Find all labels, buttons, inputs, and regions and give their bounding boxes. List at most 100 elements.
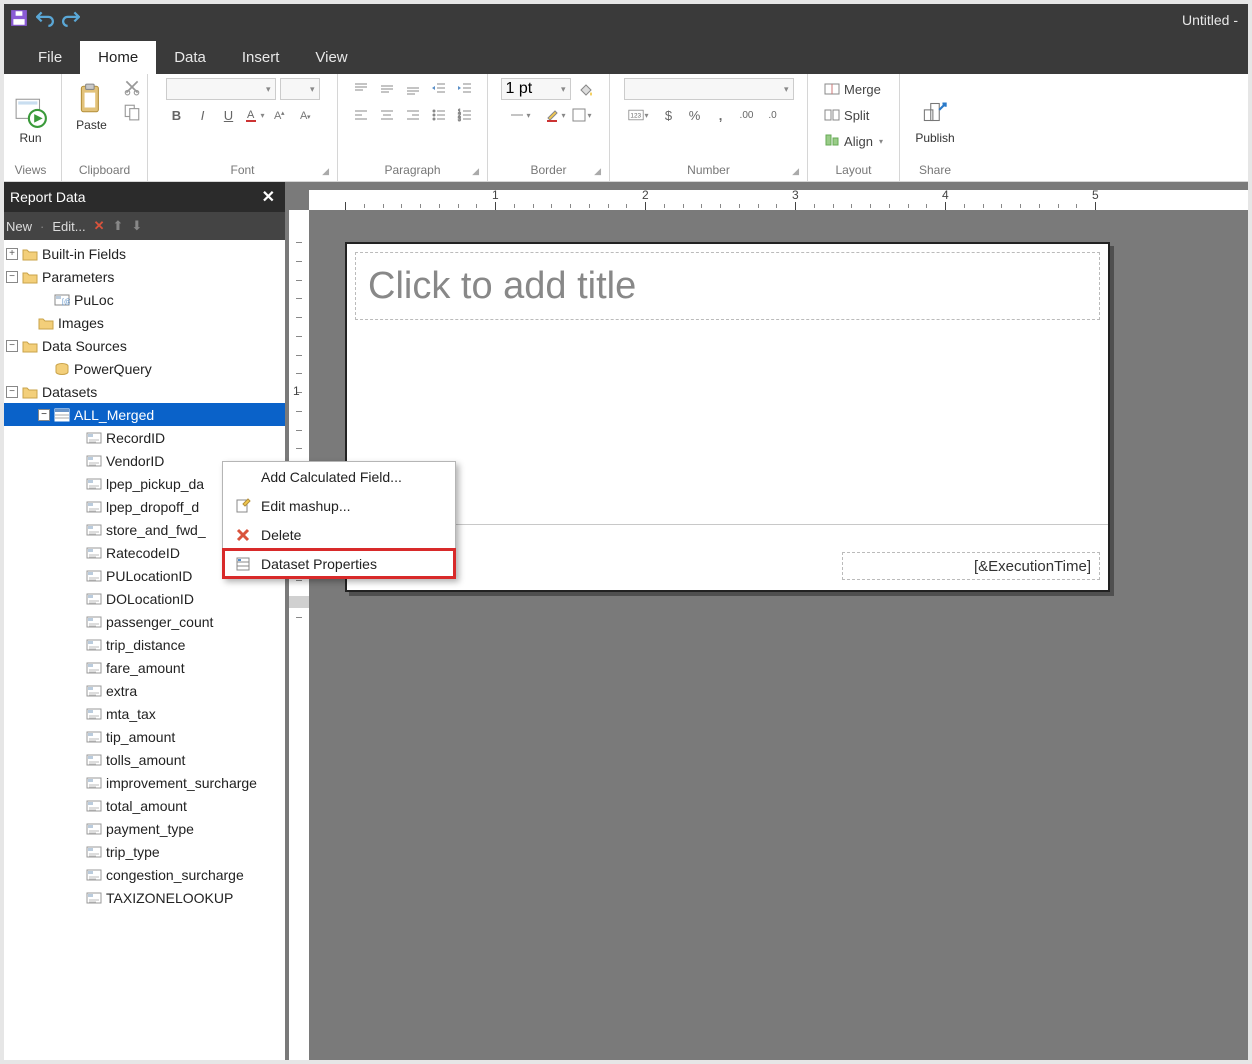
svg-text:▴: ▴: [281, 110, 285, 117]
publish-button[interactable]: Publish: [909, 91, 960, 149]
redo-icon[interactable]: [62, 9, 80, 32]
move-down-icon[interactable]: ⬇: [131, 218, 142, 234]
tree-param-PuLoc[interactable]: [@]PuLoc: [0, 288, 285, 311]
increase-decimal-icon[interactable]: .00: [736, 104, 758, 126]
tree-field-tolls_amount[interactable]: tolls_amount: [0, 748, 285, 771]
border-style-combo[interactable]: ▾: [501, 104, 541, 126]
group-font: ▾ ▾ B I U A▾ A▴ A▾ Font◢: [148, 74, 338, 181]
tree-field-fare_amount[interactable]: fare_amount: [0, 656, 285, 679]
align-left-icon[interactable]: [350, 104, 372, 126]
tab-file[interactable]: File: [20, 41, 80, 74]
tree-field-improvement_surcharge[interactable]: improvement_surcharge: [0, 771, 285, 794]
cut-icon[interactable]: [123, 78, 141, 101]
tree-field-extra[interactable]: extra: [0, 679, 285, 702]
run-button[interactable]: Run: [8, 91, 54, 149]
align-button[interactable]: Align▾: [820, 130, 887, 152]
tree-datasources[interactable]: −Data Sources: [0, 334, 285, 357]
align-right-icon[interactable]: [402, 104, 424, 126]
svg-text:123: 123: [631, 112, 642, 119]
copy-icon[interactable]: [123, 103, 141, 126]
svg-text:▾: ▾: [307, 114, 311, 121]
footer-expression[interactable]: [&ExecutionTime]: [842, 552, 1100, 580]
edit-icon: [231, 498, 255, 514]
save-icon[interactable]: [10, 9, 28, 32]
tree-images[interactable]: Images: [0, 311, 285, 334]
italic-button[interactable]: I: [192, 104, 214, 126]
delete-icon[interactable]: ✕: [94, 218, 105, 234]
underline-button[interactable]: U: [218, 104, 240, 126]
borders-icon[interactable]: ▾: [571, 104, 593, 126]
tab-view[interactable]: View: [297, 41, 365, 74]
tree-field-DOLocationID[interactable]: DOLocationID: [0, 587, 285, 610]
group-border: 1 pt▾ ▾ ▾ ▾ Border◢: [488, 74, 610, 181]
tree-field-TAXIZONELOOKUP[interactable]: TAXIZONELOOKUP: [0, 886, 285, 909]
report-data-tree[interactable]: +Built-in Fields−Parameters[@]PuLocImage…: [0, 240, 285, 1064]
align-center-icon[interactable]: [376, 104, 398, 126]
tab-home[interactable]: Home: [80, 41, 156, 74]
tree-datasets[interactable]: −Datasets: [0, 380, 285, 403]
grow-font-button[interactable]: A▴: [270, 104, 292, 126]
thousands-icon[interactable]: ,: [710, 104, 732, 126]
decrease-decimal-icon[interactable]: .0: [762, 104, 784, 126]
ctx-edit-mashup[interactable]: Edit mashup...: [223, 491, 455, 520]
tab-data[interactable]: Data: [156, 41, 224, 74]
decrease-indent-icon[interactable]: [428, 78, 450, 100]
bucket-fill-icon[interactable]: [575, 78, 597, 100]
title-placeholder[interactable]: Click to add title: [355, 252, 1100, 320]
tree-field-payment_type[interactable]: payment_type: [0, 817, 285, 840]
ctx-add-calculated-field[interactable]: Add Calculated Field...: [223, 462, 455, 491]
tree-builtin-fields[interactable]: +Built-in Fields: [0, 242, 285, 265]
font-size-combo[interactable]: ▾: [280, 78, 320, 100]
tree-parameters[interactable]: −Parameters: [0, 265, 285, 288]
design-canvas[interactable]: 12345 1 Click to add title [&ExecutionTi…: [285, 182, 1252, 1064]
svg-text:A: A: [247, 109, 255, 121]
percent-icon[interactable]: %: [684, 104, 706, 126]
new-button[interactable]: New: [6, 219, 32, 234]
shrink-font-button[interactable]: A▾: [296, 104, 318, 126]
font-name-combo[interactable]: ▾: [166, 78, 276, 100]
edit-button[interactable]: Edit...: [52, 219, 85, 234]
tree-field-tip_amount[interactable]: tip_amount: [0, 725, 285, 748]
undo-icon[interactable]: [36, 9, 54, 32]
tab-insert[interactable]: Insert: [224, 41, 298, 74]
tree-field-passenger_count[interactable]: passenger_count: [0, 610, 285, 633]
svg-text:3: 3: [458, 117, 461, 123]
split-button[interactable]: Split: [820, 104, 873, 126]
tree-dataset-all-merged[interactable]: −ALL_Merged: [0, 403, 285, 426]
align-bottom-icon[interactable]: [402, 78, 424, 100]
group-paragraph: 123 Paragraph◢: [338, 74, 488, 181]
align-middle-icon[interactable]: [376, 78, 398, 100]
ribbon-tabs: File Home Data Insert View: [0, 40, 1252, 74]
paste-button[interactable]: Paste: [69, 78, 115, 136]
section-divider: [347, 524, 1108, 525]
tree-field-mta_tax[interactable]: mta_tax: [0, 702, 285, 725]
close-icon[interactable]: ✕: [262, 187, 275, 207]
ctx-delete[interactable]: Delete: [223, 520, 455, 549]
border-weight-combo[interactable]: 1 pt▾: [501, 78, 571, 100]
placeholder-icon[interactable]: 123▾: [624, 104, 654, 126]
tree-field-total_amount[interactable]: total_amount: [0, 794, 285, 817]
bullets-icon[interactable]: [428, 104, 450, 126]
move-up-icon[interactable]: ⬆: [113, 218, 124, 234]
group-number: ▾ 123▾ $ % , .00 .0 Number◢: [610, 74, 808, 181]
increase-indent-icon[interactable]: [454, 78, 476, 100]
border-color-icon[interactable]: ▾: [545, 104, 567, 126]
tree-field-congestion_surcharge[interactable]: congestion_surcharge: [0, 863, 285, 886]
bold-button[interactable]: B: [166, 104, 188, 126]
panel-toolbar: New · Edit... ✕ ⬆ ⬇: [0, 212, 285, 240]
quick-access-toolbar: [10, 9, 80, 32]
currency-icon[interactable]: $: [658, 104, 680, 126]
align-top-icon[interactable]: [350, 78, 372, 100]
ctx-dataset-properties[interactable]: Dataset Properties: [223, 549, 455, 578]
merge-button[interactable]: Merge: [820, 78, 885, 100]
ruler-break: [289, 596, 309, 608]
tree-field-trip_type[interactable]: trip_type: [0, 840, 285, 863]
font-color-button[interactable]: A▾: [244, 104, 266, 126]
report-data-panel: Report Data ✕ New · Edit... ✕ ⬆ ⬇ +Built…: [0, 182, 285, 1064]
numbering-icon[interactable]: 123: [454, 104, 476, 126]
tree-field-RecordID[interactable]: RecordID: [0, 426, 285, 449]
tree-ds-PowerQuery[interactable]: PowerQuery: [0, 357, 285, 380]
number-format-combo[interactable]: ▾: [624, 78, 794, 100]
tree-field-trip_distance[interactable]: trip_distance: [0, 633, 285, 656]
report-page[interactable]: Click to add title [&ExecutionTime]: [345, 242, 1110, 592]
